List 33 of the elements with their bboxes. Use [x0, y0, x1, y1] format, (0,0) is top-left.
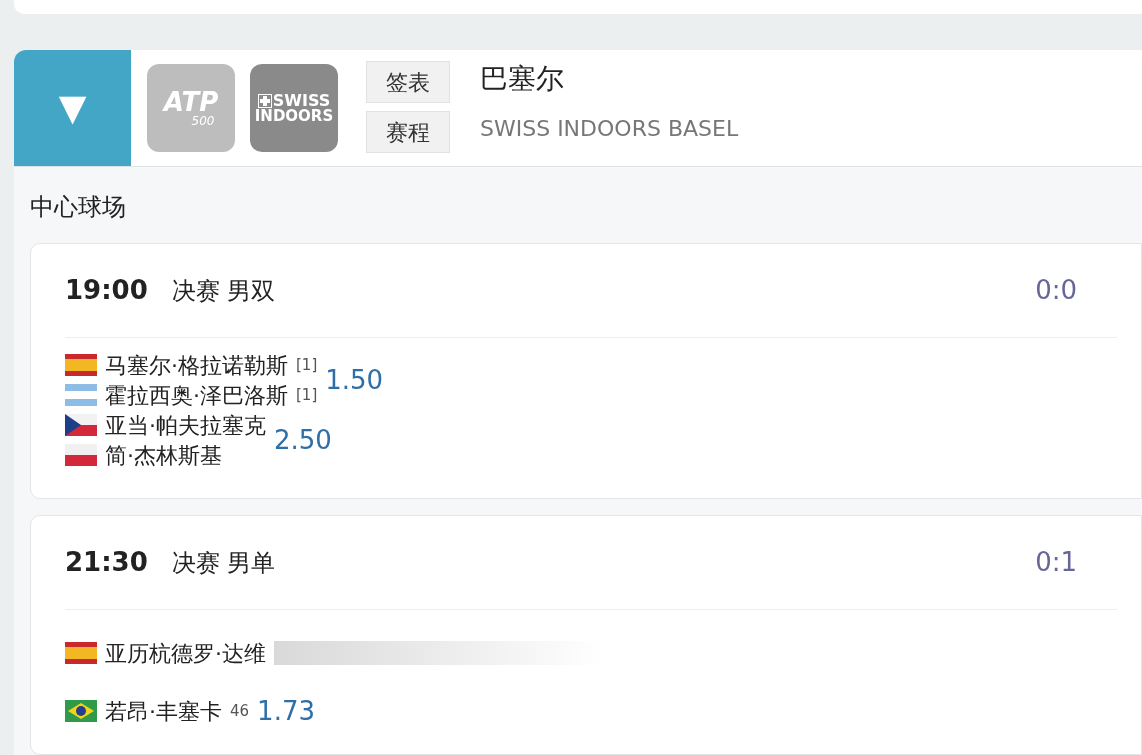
player-seed: 46	[230, 700, 250, 722]
player-seed: [1]	[296, 354, 318, 376]
tab-button[interactable]: 赛程	[366, 111, 450, 153]
match-score: 0:1	[1035, 546, 1077, 579]
flag-icon	[65, 384, 97, 406]
flag-icon	[65, 700, 97, 722]
odds-link[interactable]: 1.50	[325, 360, 384, 400]
match-time: 19:00	[65, 274, 148, 307]
match-score: 0:0	[1035, 274, 1077, 307]
flag-icon	[65, 444, 97, 466]
player-name: 简·杰林斯基	[105, 441, 222, 470]
match-round: 决赛 男单	[171, 547, 276, 579]
odds-link[interactable]: 1.73	[257, 691, 315, 731]
player-name: 亚当·帕夫拉塞克	[105, 411, 266, 440]
match-time: 21:30	[65, 546, 148, 579]
cross-icon	[257, 93, 272, 108]
player-name: 若昂·丰塞卡	[105, 697, 222, 726]
player-name: 亚历杭德罗·达维	[105, 639, 266, 668]
flag-icon	[65, 354, 97, 376]
court-label: 中心球场	[30, 192, 127, 223]
collapse-button[interactable]: ▼	[14, 50, 131, 166]
tournament-title: 巴塞尔	[480, 61, 565, 97]
player-name: 霍拉西奥·泽巴洛斯	[105, 381, 288, 410]
flag-icon	[65, 414, 97, 436]
flag-icon	[65, 642, 97, 664]
tournament-subtitle: SWISS INDOORS BASEL	[480, 115, 739, 143]
event-logo: SWISS INDOORS	[250, 64, 338, 152]
player-seed: [1]	[296, 384, 318, 406]
tab-button[interactable]: 签表	[366, 61, 450, 103]
tournament-logo: ATP 500	[147, 64, 235, 152]
match-round: 决赛 男双	[171, 275, 276, 307]
odds-link[interactable]: 2.50	[274, 420, 332, 460]
player-name: 马塞尔·格拉诺勒斯	[105, 351, 288, 380]
